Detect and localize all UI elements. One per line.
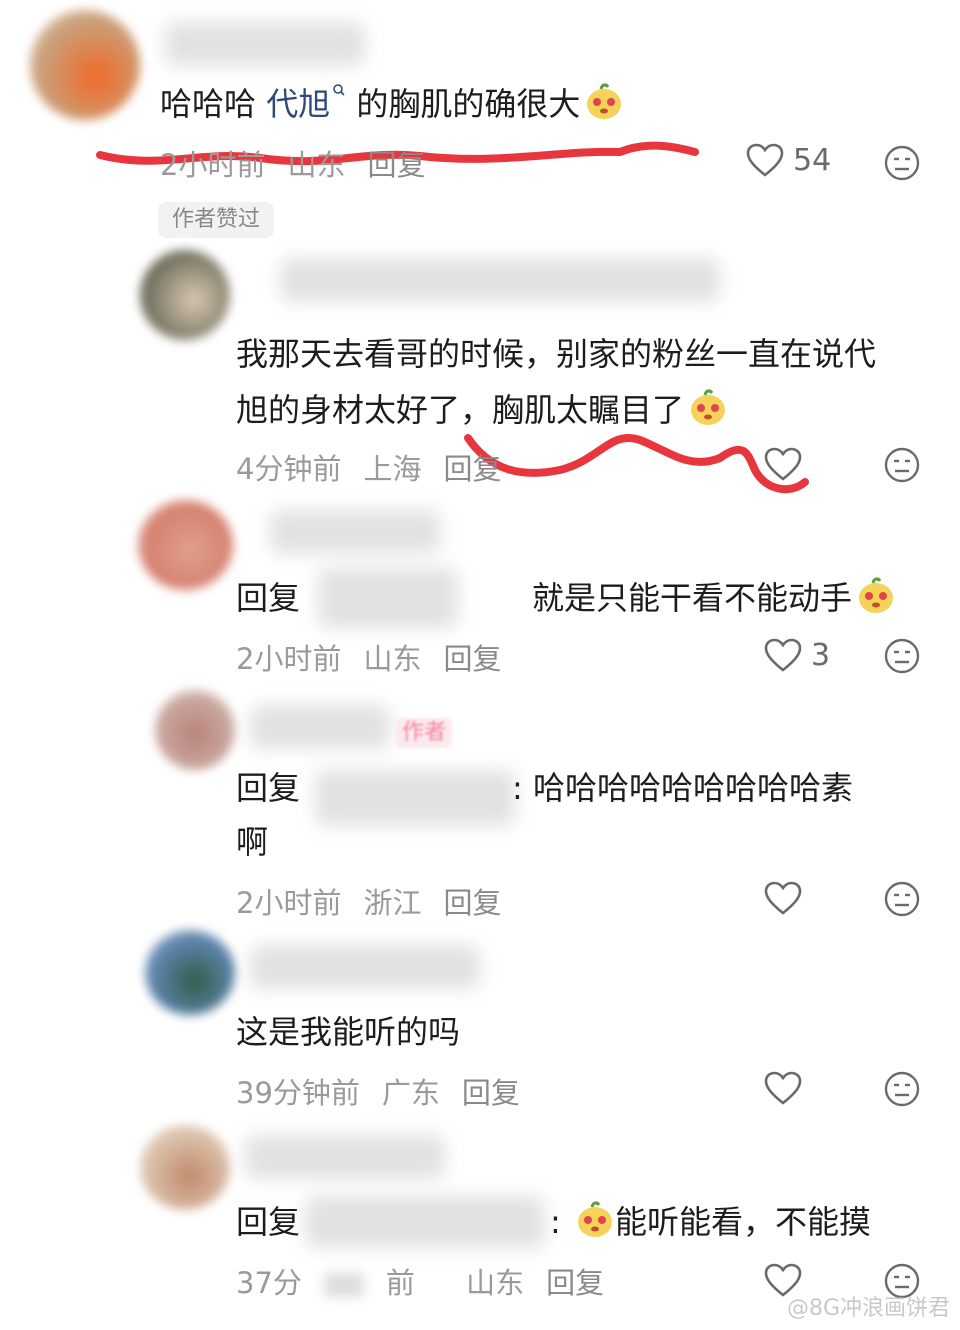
reply-button[interactable]: 回复: [462, 1076, 520, 1110]
timestamp: 2小时前: [236, 886, 342, 920]
avatar[interactable]: [138, 500, 233, 590]
username-blurred[interactable]: [280, 258, 720, 302]
username-blurred[interactable]: [165, 22, 365, 66]
dislike-face-icon[interactable]: [883, 880, 921, 918]
like-button[interactable]: [763, 1070, 803, 1106]
timestamp: 4分钟前: [236, 452, 342, 486]
username-blurred[interactable]: [250, 705, 390, 749]
bean-mascot-emoji: [859, 577, 894, 613]
dislike-face-icon[interactable]: [883, 637, 921, 675]
comment-text-line2: 旭的身材太好了，胸肌太瞩目了: [236, 378, 728, 442]
reply-button[interactable]: 回复: [443, 886, 501, 920]
reply-prefix: 回复: [236, 1203, 301, 1241]
comment-meta: 39分钟前 广东 回复: [236, 1070, 542, 1112]
comment-meta: 2小时前 山东 回复: [160, 142, 447, 184]
author-liked-badge: 作者赞过: [158, 202, 275, 238]
location: 山东: [466, 1266, 525, 1300]
like-count: 54: [793, 142, 832, 178]
mention-link[interactable]: 代旭: [266, 84, 346, 123]
comment-text-line1: 我那天去看哥的时候，别家的粉丝一直在说代: [236, 335, 877, 373]
location: 广东: [381, 1076, 440, 1110]
timestamp: 2小时前: [236, 642, 342, 676]
comment-meta: 2小时前 浙江 回复: [236, 880, 523, 922]
location: 山东: [287, 148, 346, 182]
avatar[interactable]: [140, 250, 230, 340]
comment-meta: 4分钟前 上海 回复: [236, 446, 523, 488]
bean-mascot-emoji: [691, 389, 726, 425]
heart-icon: [746, 143, 784, 177]
heart-icon: [764, 447, 802, 481]
like-button[interactable]: 3: [763, 637, 830, 673]
location: 上海: [363, 452, 422, 486]
search-icon: [333, 84, 345, 96]
like-button[interactable]: 54: [745, 142, 831, 178]
dislike-face-icon[interactable]: [883, 144, 921, 182]
like-count: 3: [811, 637, 831, 673]
watermark: @8G冲浪画饼君: [786, 1296, 950, 1321]
heart-icon: [764, 881, 802, 915]
reply-prefix: 回复: [236, 769, 301, 807]
reply-prefix: 回复: [236, 579, 301, 617]
location: 浙江: [363, 886, 422, 920]
avatar[interactable]: [30, 10, 140, 120]
heart-icon: [764, 638, 802, 672]
avatar[interactable]: [155, 690, 235, 770]
timestamp: 2小时前: [160, 148, 266, 182]
reply-button[interactable]: 回复: [443, 642, 501, 676]
avatar[interactable]: [145, 930, 235, 1015]
location: 山东: [363, 642, 422, 676]
timestamp: 37分前: [236, 1266, 415, 1300]
author-tag: 作者: [396, 718, 453, 748]
bean-mascot-emoji: [577, 1201, 612, 1237]
comment-meta: 2小时前 山东 回复: [236, 636, 523, 678]
dislike-face-icon[interactable]: [883, 446, 921, 484]
like-button[interactable]: [763, 880, 803, 916]
comment-text: 这是我能听的吗: [236, 1013, 461, 1051]
avatar[interactable]: [140, 1125, 230, 1210]
username-blurred[interactable]: [245, 1135, 445, 1179]
reply-button[interactable]: 回复: [367, 148, 425, 182]
timestamp: 39分钟前: [236, 1076, 360, 1110]
reply-button[interactable]: 回复: [546, 1266, 604, 1300]
comment-text-line2: 啊: [236, 823, 269, 861]
dislike-face-icon[interactable]: [883, 1070, 921, 1108]
like-button[interactable]: [763, 446, 803, 482]
comment-text: 哈哈哈 代旭 的胸肌的确很大: [160, 72, 624, 136]
reply-button[interactable]: 回复: [443, 452, 501, 486]
comment-text: 回复: 能听能看，不能摸: [236, 1190, 871, 1254]
comment-text-line1: 回复: 哈哈哈哈哈哈哈哈哈素: [236, 769, 853, 807]
bean-mascot-emoji: [587, 83, 622, 119]
username-blurred[interactable]: [250, 945, 480, 989]
comment-text: 回复 就是只能干看不能动手: [236, 566, 896, 630]
username-blurred[interactable]: [270, 510, 440, 554]
comment-meta: 37分前 山东 回复: [236, 1260, 626, 1302]
heart-icon: [764, 1071, 802, 1105]
